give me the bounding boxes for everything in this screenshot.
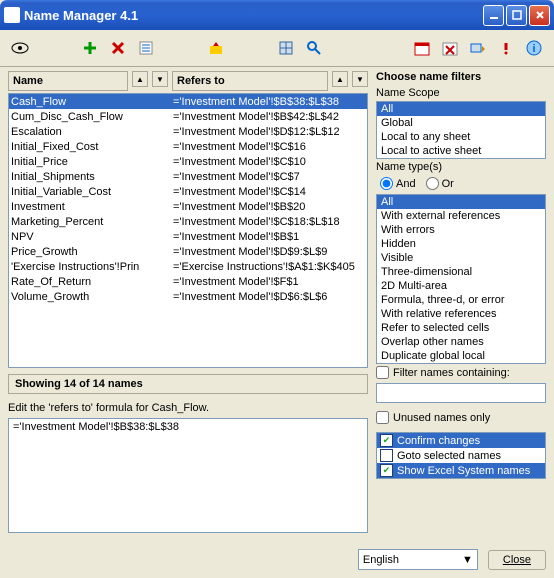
option-goto[interactable]: Goto selected names bbox=[377, 448, 545, 463]
list-item[interactable]: Initial_Variable_Cost='Investment Model'… bbox=[9, 184, 367, 199]
properties-icon[interactable] bbox=[134, 36, 158, 60]
type-option[interactable]: With relative references bbox=[377, 307, 545, 321]
refers-to-editor[interactable]: ='Investment Model'!$B$38:$L$38 bbox=[8, 418, 368, 533]
type-label: Name type(s) bbox=[376, 161, 546, 173]
edit-label: Edit the 'refers to' formula for Cash_Fl… bbox=[8, 400, 368, 416]
calendar-icon[interactable] bbox=[410, 36, 434, 60]
window-title: Name Manager 4.1 bbox=[24, 8, 483, 23]
close-button[interactable] bbox=[529, 5, 550, 26]
containing-input[interactable] bbox=[376, 383, 546, 403]
filters-heading: Choose name filters bbox=[376, 71, 546, 83]
warning-icon[interactable] bbox=[494, 36, 518, 60]
type-option[interactable]: 2D Multi-area bbox=[377, 279, 545, 293]
type-option[interactable]: All bbox=[377, 195, 545, 209]
status-bar: Showing 14 of 14 names bbox=[8, 374, 368, 394]
list-item[interactable]: Cum_Disc_Cash_Flow='Investment Model'!$B… bbox=[9, 109, 367, 124]
list-item[interactable]: Price_Growth='Investment Model'!$D$9:$L$… bbox=[9, 244, 367, 259]
type-option[interactable]: Refer to selected cells bbox=[377, 321, 545, 335]
app-icon bbox=[4, 7, 20, 23]
type-option[interactable]: Formula, three-d, or error bbox=[377, 293, 545, 307]
scope-label: Name Scope bbox=[376, 87, 546, 99]
titlebar: Name Manager 4.1 bbox=[0, 0, 554, 30]
scope-list[interactable]: AllGlobalLocal to any sheetLocal to acti… bbox=[376, 101, 546, 159]
svg-text:i: i bbox=[532, 43, 535, 55]
list-item[interactable]: NPV='Investment Model'!$B$1 bbox=[9, 229, 367, 244]
type-option[interactable]: With errors bbox=[377, 223, 545, 237]
info-icon[interactable]: i bbox=[522, 36, 546, 60]
add-icon[interactable] bbox=[78, 36, 102, 60]
highlight-icon[interactable] bbox=[204, 36, 228, 60]
radio-or[interactable]: Or bbox=[426, 177, 454, 190]
scope-option[interactable]: Local to any sheet bbox=[377, 130, 545, 144]
list-item[interactable]: Initial_Fixed_Cost='Investment Model'!$C… bbox=[9, 139, 367, 154]
type-option[interactable]: With external references bbox=[377, 209, 545, 223]
language-select[interactable]: English▼ bbox=[358, 549, 478, 570]
scope-option[interactable]: Global bbox=[377, 116, 545, 130]
pivot-icon[interactable] bbox=[274, 36, 298, 60]
list-item[interactable]: Initial_Shipments='Investment Model'!$C$… bbox=[9, 169, 367, 184]
list-item[interactable]: Investment='Investment Model'!$B$20 bbox=[9, 199, 367, 214]
list-item[interactable]: Initial_Price='Investment Model'!$C$10 bbox=[9, 154, 367, 169]
scope-option[interactable]: Local to active sheet bbox=[377, 144, 545, 158]
list-item[interactable]: Cash_Flow='Investment Model'!$B$38:$L$38 bbox=[9, 94, 367, 109]
minimize-button[interactable] bbox=[483, 5, 504, 26]
list-item[interactable]: Volume_Growth='Investment Model'!$D$6:$L… bbox=[9, 289, 367, 304]
toolbar: i bbox=[0, 30, 554, 67]
unused-checkbox[interactable] bbox=[376, 411, 389, 424]
calendar-delete-icon[interactable] bbox=[438, 36, 462, 60]
names-list[interactable]: Cash_Flow='Investment Model'!$B$38:$L$38… bbox=[8, 93, 368, 368]
type-option[interactable]: Hidden bbox=[377, 237, 545, 251]
options-block: ✔Confirm changes Goto selected names ✔Sh… bbox=[376, 432, 546, 479]
sort-name-asc[interactable]: ▲ bbox=[132, 71, 148, 87]
find-icon[interactable] bbox=[302, 36, 326, 60]
type-option[interactable]: Three-dimensional bbox=[377, 265, 545, 279]
list-item[interactable]: Escalation='Investment Model'!$D$12:$L$1… bbox=[9, 124, 367, 139]
sort-refers-desc[interactable]: ▼ bbox=[352, 71, 368, 87]
column-name-header[interactable]: Name bbox=[8, 71, 128, 91]
column-refers-header[interactable]: Refers to bbox=[172, 71, 328, 91]
list-item[interactable]: Rate_Of_Return='Investment Model'!$F$1 bbox=[9, 274, 367, 289]
delete-icon[interactable] bbox=[106, 36, 130, 60]
type-option[interactable]: Duplicate global local bbox=[377, 349, 545, 363]
close-dialog-button[interactable]: Close bbox=[488, 550, 546, 570]
rename-icon[interactable] bbox=[466, 36, 490, 60]
maximize-button[interactable] bbox=[506, 5, 527, 26]
radio-and[interactable]: And bbox=[380, 177, 416, 190]
containing-label: Filter names containing: bbox=[393, 367, 510, 379]
containing-row: Filter names containing: bbox=[376, 364, 546, 381]
list-item[interactable]: Marketing_Percent='Investment Model'!$C$… bbox=[9, 214, 367, 229]
view-icon[interactable] bbox=[8, 36, 32, 60]
list-item[interactable]: 'Exercise Instructions'!Prin='Exercise I… bbox=[9, 259, 367, 274]
type-list[interactable]: AllWith external referencesWith errorsHi… bbox=[376, 194, 546, 364]
containing-checkbox[interactable] bbox=[376, 366, 389, 379]
sort-name-desc[interactable]: ▼ bbox=[152, 71, 168, 87]
option-confirm[interactable]: ✔Confirm changes bbox=[377, 433, 545, 448]
scope-option[interactable]: All bbox=[377, 102, 545, 116]
type-option[interactable]: Visible bbox=[377, 251, 545, 265]
type-option[interactable]: Overlap other names bbox=[377, 335, 545, 349]
option-system[interactable]: ✔Show Excel System names bbox=[377, 463, 545, 478]
sort-refers-asc[interactable]: ▲ bbox=[332, 71, 348, 87]
unused-label: Unused names only bbox=[393, 412, 490, 424]
